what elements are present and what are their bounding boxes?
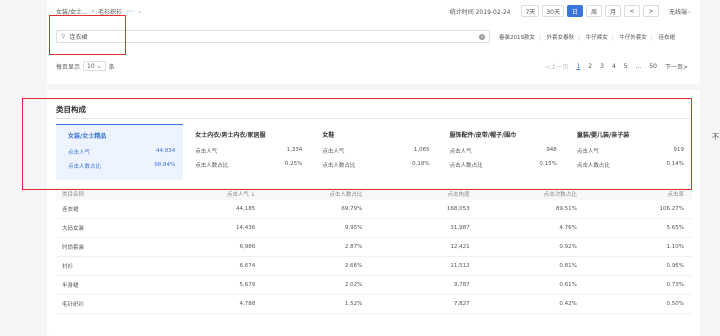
clear-icon[interactable]: × xyxy=(479,33,485,40)
highlight-box-search xyxy=(49,15,126,55)
table-cell: 连衣裙 xyxy=(62,207,79,213)
next-date-button[interactable]: > xyxy=(642,5,659,17)
table-cell: 2.87% xyxy=(344,244,363,250)
header-row: 女装/女士... › 毛衫织衫 ⌄ 统计时间 2019-02-24 7天 30天… xyxy=(56,4,692,18)
category-table: 类目名称 点击人气 ↓ 点击人数占比 点击热度 点击次数占比 点击率 连衣裙 44… xyxy=(56,188,692,314)
table-cell: 0.50% xyxy=(666,301,685,307)
table-row[interactable]: 衬衫 6,674 2.66% 11,512 0.81% 0.96% xyxy=(56,257,692,276)
quick-link[interactable]: 连衣裙 xyxy=(658,35,675,41)
category-tag xyxy=(126,10,135,12)
page-5[interactable]: 5 xyxy=(624,63,628,70)
quick-link[interactable]: 外套女春秋 xyxy=(547,35,575,41)
quick-link[interactable]: 牛仔外套女 xyxy=(619,35,647,41)
quick-link[interactable]: 牛仔裤女 xyxy=(586,35,608,41)
table-cell: 5.65% xyxy=(666,225,685,231)
prev-page-button[interactable]: <上一页 xyxy=(545,62,568,71)
table-cell: 168,053 xyxy=(446,206,470,212)
column-header[interactable]: 点击人数占比 xyxy=(263,190,370,198)
terminal-select[interactable]: 无线端 xyxy=(669,7,687,16)
table-cell: 0.61% xyxy=(559,282,577,288)
column-header[interactable]: 点击次数占比 xyxy=(478,190,585,198)
table-row[interactable]: 时尚套装 6,986 2.87% 12,421 0.92% 1.10% xyxy=(56,238,692,257)
table-cell: 半身裙 xyxy=(62,283,79,289)
table-cell: 0.42% xyxy=(559,301,577,307)
table-cell: 14,436 xyxy=(235,225,256,231)
table-cell: 0.73% xyxy=(666,282,685,288)
table-row[interactable]: 毛针织衫 4,788 1.52% 7,827 0.42% 0.50% xyxy=(56,295,692,314)
table-cell: 0.81% xyxy=(559,263,577,269)
range-week-button[interactable]: 周 xyxy=(585,5,602,17)
table-row[interactable]: 连衣裙 44,185 69.79% 168,053 89.51% 106.27% xyxy=(56,200,692,219)
range-day-button[interactable]: 日 xyxy=(566,5,583,17)
column-header: 类目名称 xyxy=(62,192,85,198)
table-cell: 0.96% xyxy=(666,263,685,269)
table-cell: 106.27% xyxy=(659,206,685,212)
per-page-label: 每页显示 xyxy=(56,63,81,71)
prev-date-button[interactable]: < xyxy=(623,5,640,17)
quick-links: 春装2019款女 | 外套女春秋 | 牛仔裤女 | 牛仔外套女 | 连衣裙 xyxy=(499,35,675,41)
table-row[interactable]: 半身裙 5,679 2.02% 9,787 0.61% 0.73% xyxy=(56,276,692,295)
table-cell: 5,679 xyxy=(239,282,256,288)
table-cell: 时尚套装 xyxy=(62,245,85,251)
table-row[interactable]: 大码女装 14,436 9.95% 31,987 4.76% 5.65% xyxy=(56,219,692,238)
chevron-down-icon[interactable]: ⌄ xyxy=(687,8,692,15)
table-cell: 4,788 xyxy=(239,301,256,307)
table-cell: 衬衫 xyxy=(62,264,74,270)
range-7d-button[interactable]: 7天 xyxy=(521,5,540,17)
table-cell: 毛针织衫 xyxy=(62,302,85,308)
search-value[interactable]: 连衣裙 xyxy=(69,32,479,41)
page: 女装/女士... › 毛衫织衫 ⌄ 统计时间 2019-02-24 7天 30天… xyxy=(0,0,720,336)
pager-row: 每页显示 10 ⌄ 条 <上一页 1 2 3 4 5 ... 50 下一页> xyxy=(56,60,692,72)
page-4[interactable]: 4 xyxy=(612,63,616,70)
per-page-unit: 条 xyxy=(108,63,115,71)
table-cell: 11,512 xyxy=(450,263,470,269)
table-cell: 2.66% xyxy=(344,263,363,269)
table-cell: 1.10% xyxy=(666,244,685,250)
chevron-right-icon: › xyxy=(91,7,95,15)
quick-link[interactable]: 春装2019款女 xyxy=(499,35,535,41)
table-cell: 大码女装 xyxy=(62,226,85,232)
side-text: 不 xyxy=(712,133,719,141)
stat-time: 统计时间 2019-02-24 xyxy=(449,8,511,16)
column-header[interactable]: 点击人气 ↓ xyxy=(156,190,263,198)
page-50[interactable]: 50 xyxy=(649,63,657,70)
table-cell: 4.76% xyxy=(559,225,577,231)
table-cell: 9,787 xyxy=(453,282,470,288)
page-2[interactable]: 2 xyxy=(588,63,592,70)
chevron-down-icon[interactable]: ⌄ xyxy=(137,8,142,15)
table-cell: 1.52% xyxy=(344,301,363,307)
table-cell: 9.95% xyxy=(344,225,363,231)
column-header[interactable]: 点击率 xyxy=(585,190,692,198)
table-cell: 2.02% xyxy=(344,282,363,288)
page-3[interactable]: 3 xyxy=(600,63,604,70)
range-month-button[interactable]: 月 xyxy=(604,5,621,17)
table-cell: 7,827 xyxy=(453,301,470,307)
per-page-select[interactable]: 10 ⌄ xyxy=(83,61,106,71)
column-header[interactable]: 点击热度 xyxy=(370,190,477,198)
table-cell: 44,185 xyxy=(235,206,256,212)
page-1[interactable]: 1 xyxy=(576,63,580,70)
page-ellipsis: ... xyxy=(635,62,642,70)
table-cell: 6,986 xyxy=(239,244,256,250)
next-page-button[interactable]: 下一页> xyxy=(665,62,688,71)
range-30d-button[interactable]: 30天 xyxy=(542,5,564,17)
table-cell: 31,987 xyxy=(450,225,470,231)
table-cell: 12,421 xyxy=(450,244,470,250)
table-cell: 6,674 xyxy=(239,263,256,269)
table-cell: 0.92% xyxy=(559,244,577,250)
table-cell: 89.51% xyxy=(555,206,577,212)
table-cell: 69.79% xyxy=(341,206,363,212)
highlight-box-categories xyxy=(22,98,692,190)
